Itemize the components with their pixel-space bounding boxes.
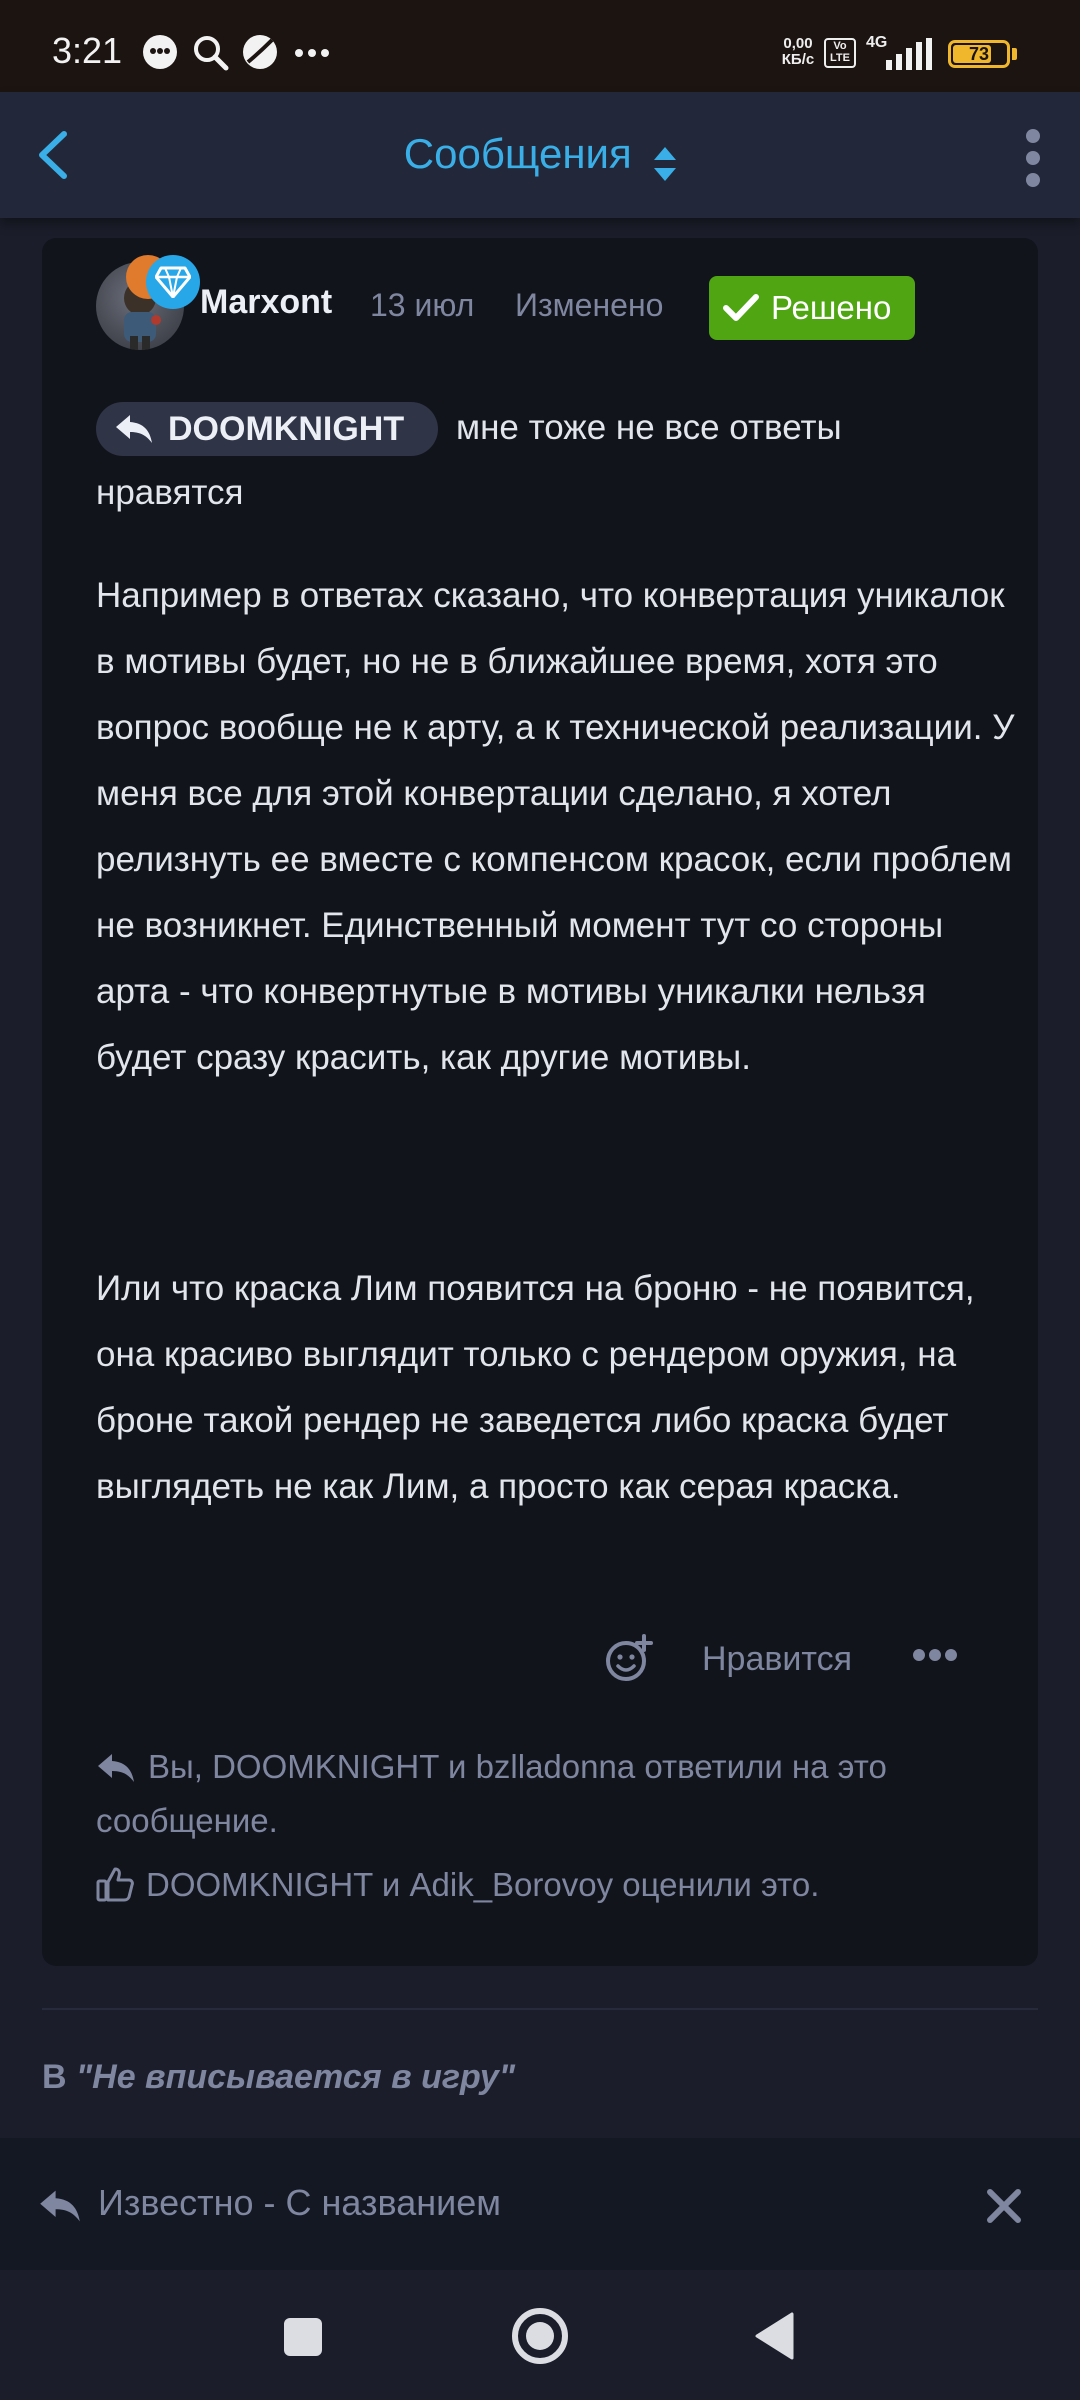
reply-arrow-icon <box>116 415 152 443</box>
reply-arrow-icon <box>98 1754 134 1782</box>
header-title-button[interactable]: Сообщения <box>360 122 720 186</box>
author-name[interactable]: Marxont <box>200 283 332 322</box>
thread-name: "Не вписывается в игру" <box>76 2058 515 2096</box>
signal-icon <box>886 38 932 70</box>
reply-arrow-icon <box>40 2190 80 2222</box>
close-icon[interactable] <box>984 2186 1024 2226</box>
status-bar: 3:21 0,00 КБ/с Vo LTE 4G 73 <box>0 0 1080 92</box>
post-paragraph: Например в ответах сказано, что конверта… <box>96 576 1015 1077</box>
quote-username: DOOMKNIGHT <box>168 409 405 448</box>
reply-bar[interactable]: Известно - С названием <box>0 2138 1080 2270</box>
thread-prefix: В <box>42 2058 67 2096</box>
more-dots-icon <box>295 49 329 57</box>
edited-label[interactable]: Изменено <box>515 287 663 324</box>
post-lead-line-2: нравятся <box>96 473 244 512</box>
kebab-menu-icon <box>1026 129 1040 187</box>
diamond-icon <box>155 266 191 298</box>
like-button[interactable]: Нравится <box>702 1640 852 1679</box>
replies-summary-text: Вы, DOOMKNIGHT и bzlladonna ответили на … <box>96 1748 887 1839</box>
back-button[interactable] <box>20 120 90 190</box>
diamond-badge-icon <box>146 255 200 309</box>
sort-updown-icon <box>654 146 677 181</box>
likes-summary[interactable]: DOOMKNIGHT и Adik_Borovoy оценили это. <box>96 1858 976 1912</box>
battery-cap <box>1012 48 1017 60</box>
reply-target-label: Известно - С названием <box>98 2182 502 2223</box>
triangle-back-icon[interactable] <box>754 2312 794 2360</box>
battery-level: 73 <box>968 44 990 64</box>
overflow-menu-button[interactable] <box>1008 128 1058 188</box>
replies-summary[interactable]: Вы, DOOMKNIGHT и bzlladonna ответили на … <box>96 1740 976 1848</box>
solved-badge: Решено <box>709 276 915 340</box>
checkmark-icon <box>723 294 759 321</box>
volte-badge: Vo LTE <box>824 38 856 68</box>
section-divider <box>42 2008 1038 2010</box>
post-lead-line-1: мне тоже не все ответы <box>456 408 842 447</box>
square-icon[interactable] <box>284 2318 322 2356</box>
chat-bubble-icon <box>143 35 177 69</box>
ball-icon <box>243 35 277 69</box>
quote-mention-chip[interactable]: DOOMKNIGHT <box>96 402 438 456</box>
circle-home-icon[interactable] <box>510 2306 570 2366</box>
thumbs-up-icon <box>96 1867 134 1902</box>
post-date[interactable]: 13 июл <box>370 287 474 324</box>
battery-icon: 73 <box>948 40 1010 68</box>
solved-label: Решено <box>771 289 892 326</box>
post-paragraph: Или что краска Лим появится на броню - н… <box>96 1269 975 1506</box>
thread-heading[interactable]: В "Не вписывается в игру" <box>42 2058 515 2097</box>
system-navigation-bar <box>0 2270 1080 2400</box>
search-icon <box>194 36 229 71</box>
add-reaction-icon[interactable] <box>604 1634 654 1684</box>
network-speed: 0,00 КБ/с <box>781 35 815 68</box>
page-title: Сообщения <box>403 130 632 177</box>
more-actions-icon[interactable] <box>912 1648 958 1662</box>
app-header: Сообщения <box>0 92 1080 218</box>
likes-summary-text: DOOMKNIGHT и Adik_Borovoy оценили это. <box>146 1866 820 1903</box>
chevron-left-icon <box>39 131 67 179</box>
status-time: 3:21 <box>52 30 123 71</box>
